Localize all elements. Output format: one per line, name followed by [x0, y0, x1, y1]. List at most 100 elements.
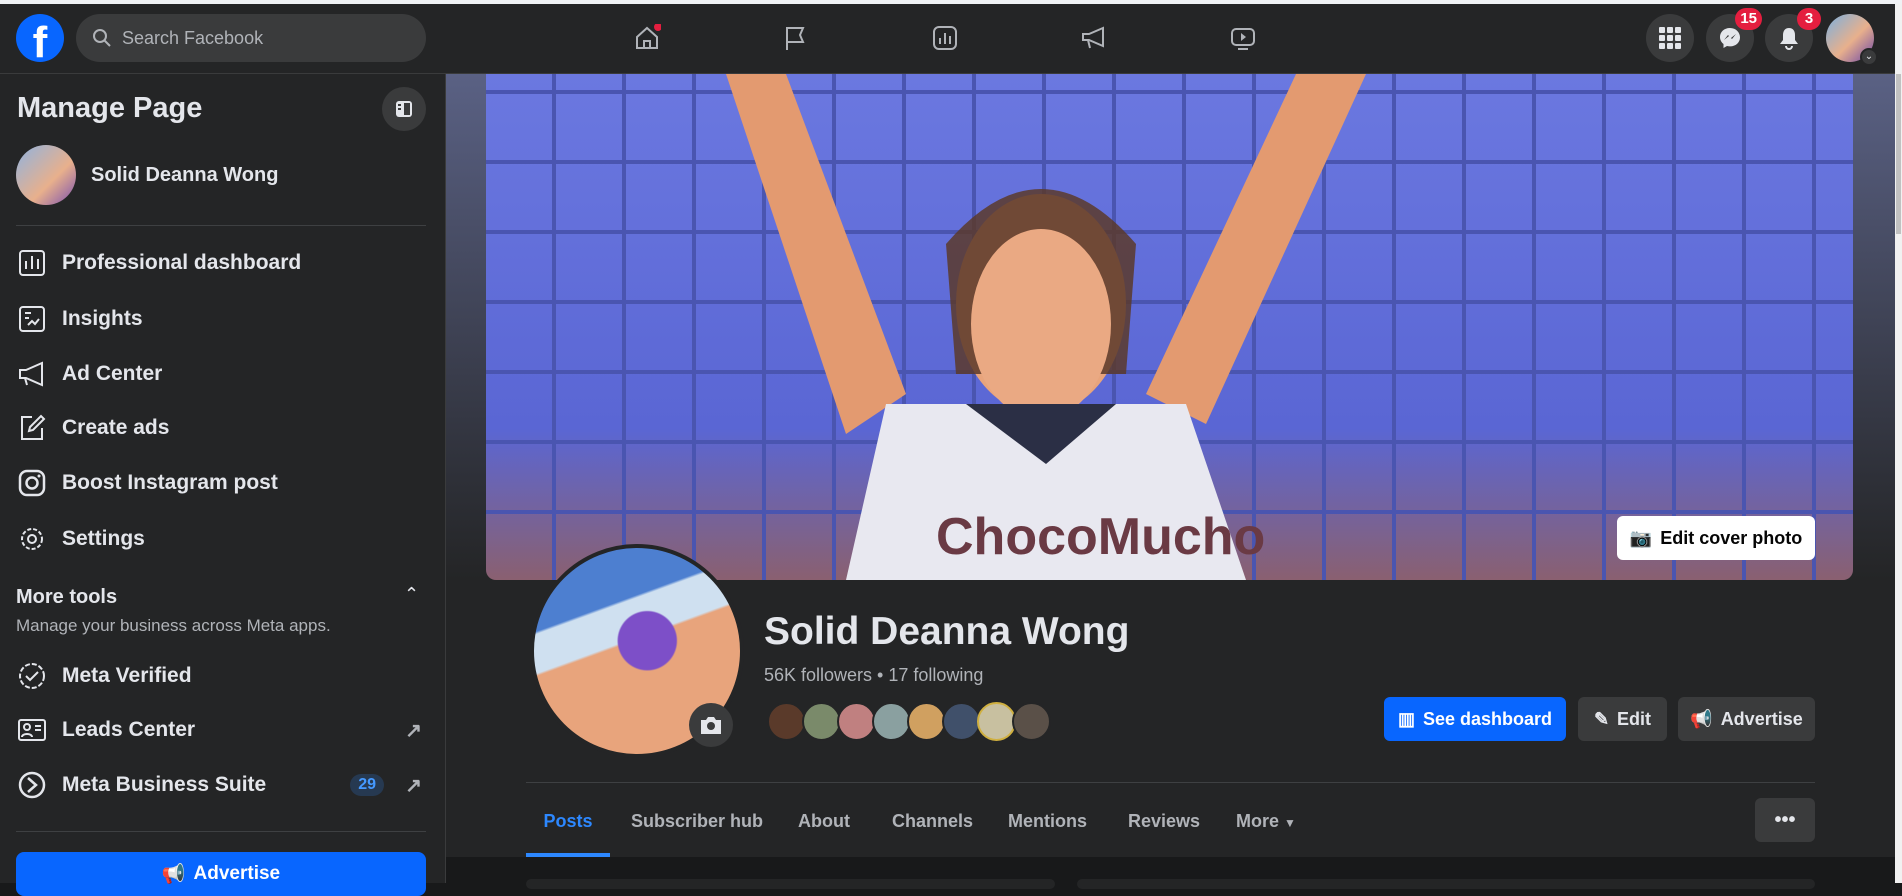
follower-avatar[interactable]	[802, 702, 841, 741]
home-icon[interactable]	[631, 22, 663, 54]
see-dashboard-label: See dashboard	[1422, 708, 1553, 729]
pencil-icon: ✎	[1593, 708, 1610, 729]
see-dashboard-button[interactable]: ▥ See dashboard	[1384, 697, 1566, 741]
grid-icon	[1659, 27, 1681, 49]
top-navbar: f Search Facebook 15 3 ⌄	[0, 4, 1895, 74]
caret-down-icon: ▼	[1284, 816, 1296, 830]
sidebar-title: Manage Page	[17, 92, 203, 124]
scrollbar[interactable]	[1895, 4, 1902, 883]
divider	[16, 225, 426, 226]
tab-posts[interactable]: Posts	[526, 797, 610, 857]
edit-button[interactable]: ✎ Edit	[1578, 697, 1667, 741]
cover-photo[interactable]: ChocoMucho	[486, 74, 1853, 580]
tab-more[interactable]: More ▼	[1236, 797, 1296, 857]
follower-avatar[interactable]	[942, 702, 981, 741]
megaphone-icon: 📢	[161, 864, 186, 885]
chevron-up-icon[interactable]: ⌃	[404, 584, 419, 605]
sidebar-item-create-ads[interactable]: Create ads	[16, 404, 428, 452]
collapse-sidebar-button[interactable]	[382, 87, 426, 131]
tab-more-label: More	[1236, 811, 1280, 831]
notifications-badge: 3	[1797, 8, 1821, 30]
camera-icon: 📷	[1629, 527, 1653, 548]
advertise-label: Advertise	[1720, 708, 1803, 729]
notification-count: 29	[350, 774, 384, 796]
divider	[16, 831, 426, 832]
cover-photo-image: ChocoMucho	[726, 74, 1366, 580]
pencil-square-icon	[21, 414, 46, 440]
advertise-label: Advertise	[193, 863, 281, 884]
manage-page-sidebar: Manage Page Solid Deanna Wong Profession…	[0, 74, 446, 896]
megaphone-icon	[19, 361, 43, 387]
edit-label: Edit	[1617, 708, 1652, 729]
tab-channels[interactable]: Channels	[892, 797, 973, 857]
svg-text:ChocoMucho: ChocoMucho	[936, 508, 1265, 566]
follower-avatar[interactable]	[837, 702, 876, 741]
megaphone-icon[interactable]	[1078, 22, 1110, 54]
account-avatar[interactable]: ⌄	[1826, 14, 1878, 66]
sidebar-item-meta-business-suite[interactable]: Meta Business Suite 29 ↗	[16, 761, 428, 809]
tab-mentions[interactable]: Mentions	[1008, 797, 1087, 857]
content-card	[526, 879, 1055, 889]
search-input[interactable]: Search Facebook	[76, 14, 426, 62]
follower-avatar[interactable]	[1012, 702, 1051, 741]
tab-about[interactable]: About	[798, 797, 850, 857]
dashboard-icon: ▥	[1397, 708, 1415, 729]
insights-icon[interactable]	[929, 22, 961, 54]
facebook-logo[interactable]: f	[16, 14, 64, 62]
instagram-icon	[18, 469, 46, 497]
more-tools-subtitle: Manage your business across Meta apps.	[16, 616, 331, 635]
divider	[526, 782, 1815, 783]
messenger-icon	[1720, 28, 1740, 48]
external-link-icon: ↗	[405, 719, 422, 742]
sidebar-item-settings[interactable]: Settings	[16, 515, 428, 563]
sidebar-item-professional-dashboard[interactable]: Professional dashboard	[16, 239, 428, 287]
page-title: Solid Deanna Wong	[764, 610, 1130, 653]
external-link-icon: ↗	[405, 774, 422, 797]
sidebar-item-label: Insights	[62, 307, 143, 330]
tab-reviews[interactable]: Reviews	[1128, 797, 1200, 857]
search-icon	[93, 29, 111, 47]
tab-subscriber-hub[interactable]: Subscriber hub	[631, 797, 763, 857]
follower-avatar[interactable]	[977, 702, 1016, 741]
sidebar-item-boost-instagram-post[interactable]: Boost Instagram post	[16, 459, 428, 507]
menu-button[interactable]	[1646, 14, 1694, 62]
sidebar-item-label: Leads Center	[62, 718, 196, 741]
follower-avatar[interactable]	[872, 702, 911, 741]
more-tools-heading: More tools	[16, 586, 118, 608]
messenger-button[interactable]: 15	[1706, 8, 1762, 62]
sidebar-item-ad-center[interactable]: Ad Center	[16, 350, 428, 398]
sidebar-item-label: Settings	[62, 527, 145, 550]
camera-icon	[701, 717, 721, 734]
sidebar-item-label: Professional dashboard	[62, 251, 302, 274]
insights-icon	[19, 306, 45, 332]
more-options-button[interactable]: •••	[1755, 798, 1815, 842]
follower-avatars[interactable]	[767, 702, 1051, 741]
advertise-button[interactable]: 📢 Advertise	[16, 852, 426, 896]
business-suite-icon	[18, 771, 46, 799]
edit-cover-label: Edit cover photo	[1660, 527, 1803, 548]
update-profile-picture-button[interactable]	[689, 703, 733, 747]
notifications-button[interactable]: 3	[1765, 8, 1821, 62]
sidebar-item-label: Boost Instagram post	[62, 471, 278, 494]
page-avatar[interactable]	[16, 145, 76, 205]
gear-icon	[21, 528, 43, 550]
sidebar-item-insights[interactable]: Insights	[16, 295, 428, 343]
follower-avatar[interactable]	[907, 702, 946, 741]
messenger-badge: 15	[1735, 8, 1762, 30]
sidebar-item-label: Meta Verified	[62, 664, 192, 687]
flag-icon[interactable]	[779, 22, 811, 54]
dashboard-icon	[19, 250, 45, 276]
sidebar-toggle-icon	[396, 101, 412, 117]
sidebar-item-leads-center[interactable]: Leads Center ↗	[16, 706, 428, 754]
page-name[interactable]: Solid Deanna Wong	[91, 164, 278, 187]
advertise-page-button[interactable]: 📢 Advertise	[1678, 697, 1815, 741]
edit-cover-photo-button[interactable]: 📷 Edit cover photo	[1617, 516, 1815, 560]
bell-icon	[1780, 28, 1798, 50]
follower-stats[interactable]: 56K followers • 17 following	[764, 665, 983, 686]
video-icon[interactable]	[1227, 22, 1259, 54]
follower-avatar[interactable]	[767, 702, 806, 741]
content-card	[1077, 879, 1815, 889]
sidebar-item-meta-verified[interactable]: Meta Verified	[16, 652, 428, 700]
chevron-down-icon: ⌄	[1860, 48, 1878, 66]
contact-card-icon	[18, 719, 46, 741]
